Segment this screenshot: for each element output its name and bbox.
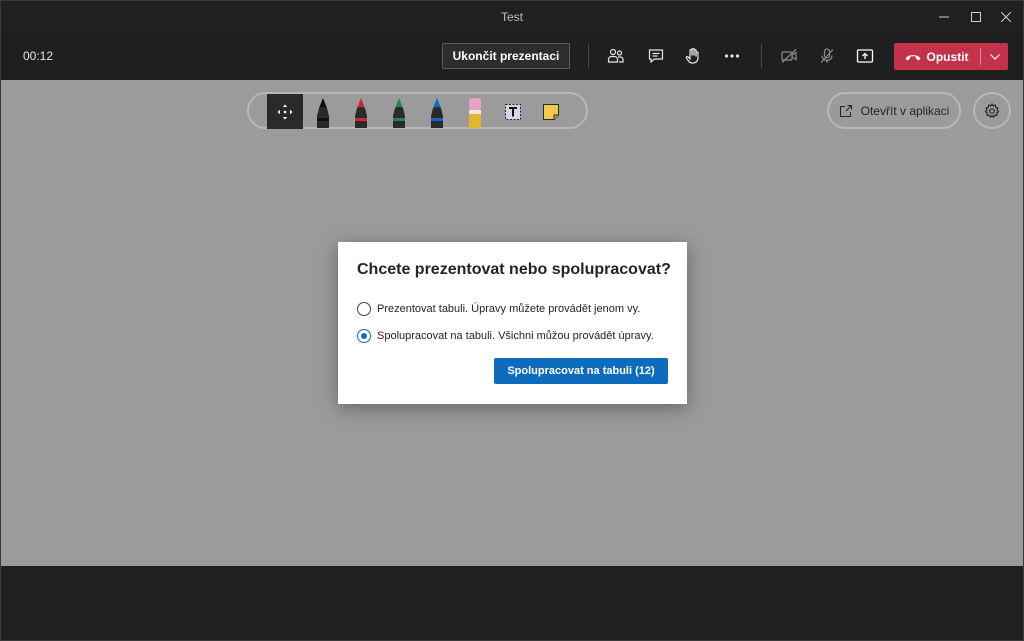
black-pen-tool[interactable] [305,94,341,129]
mic-off-icon [820,48,834,63]
whiteboard-canvas[interactable]: Otevřít v aplikaci Chcete prezentovat ne… [1,80,1023,566]
toolbar-divider [761,44,762,68]
blue-pen-icon [431,97,443,128]
move-arrows-icon [277,104,293,119]
chat-icon [648,49,664,64]
raise-hand-button[interactable] [681,44,705,68]
minimize-icon [939,16,949,17]
eraser-tool[interactable] [457,94,493,129]
camera-toggle-button[interactable] [777,44,801,68]
text-box-icon [505,103,521,120]
move-tool[interactable] [267,94,303,129]
red-pen-icon [355,97,367,128]
black-pen-icon [317,97,329,128]
close-button[interactable] [989,1,1023,32]
collaborate-whiteboard-option[interactable]: Spolupracovat na tabuli. Všichni můžou p… [357,329,654,343]
sticky-note-icon [543,103,559,120]
blue-pen-tool[interactable] [419,94,455,129]
open-in-app-label: Otevřít v aplikaci [860,103,950,118]
more-dots-icon [724,54,740,58]
red-pen-tool[interactable] [343,94,379,129]
gear-icon [984,102,1000,118]
dialog-title: Chcete prezentovat nebo spolupracovat? [357,261,671,278]
meeting-controls-bar: 00:12 Ukončit prezentaci Opustit [1,32,1023,80]
close-icon [1001,11,1011,22]
radio-checked[interactable] [357,329,371,343]
maximize-icon [971,11,981,22]
meeting-timer: 00:12 [23,49,54,63]
more-actions-button[interactable] [720,44,744,68]
sticky-note-tool[interactable] [533,94,569,129]
present-whiteboard-option[interactable]: Prezentovat tabuli. Úpravy můžete provád… [357,302,640,316]
present-or-collaborate-dialog: Chcete prezentovat nebo spolupracovat? P… [338,242,687,404]
participants-button[interactable] [604,44,628,68]
chevron-down-icon [989,53,1000,60]
stop-presenting-button[interactable]: Ukončit prezentaci [442,43,570,69]
raise-hand-icon [685,47,699,64]
toolbar-divider [588,44,589,68]
maximize-button[interactable] [959,1,993,32]
green-pen-tool[interactable] [381,94,417,129]
leave-button[interactable]: Opustit [894,43,979,70]
chat-button[interactable] [644,44,668,68]
leave-button-label: Opustit [926,49,969,64]
mic-toggle-button[interactable] [815,44,839,68]
camera-off-icon [781,49,797,63]
window-title: Test [500,10,523,24]
title-bar: Test [1,1,1023,32]
radio-unchecked[interactable] [357,302,371,316]
open-external-icon [839,104,852,117]
collaborate-option-label: Spolupracovat na tabuli. Všichni můžou p… [377,330,654,342]
share-tray-icon [856,49,874,63]
present-option-label: Prezentovat tabuli. Úpravy můžete provád… [377,303,641,315]
eraser-icon [469,97,481,128]
hang-up-icon [905,54,920,60]
whiteboard-settings-button[interactable] [973,92,1011,129]
bottom-panel [1,566,1023,640]
open-in-app-button[interactable]: Otevřít v aplikaci [827,92,961,129]
green-pen-icon [393,97,405,128]
people-icon [607,48,624,63]
teams-meeting-window: Test 00:12 Ukončit prezentaci Opustit Ot… [0,0,1024,641]
collaborate-button[interactable]: Spolupracovat na tabuli (12) [494,358,668,384]
leave-button-group: Opustit [894,43,1008,70]
leave-options-button[interactable] [981,43,1008,70]
share-screen-button[interactable] [853,44,877,68]
minimize-button[interactable] [927,1,961,32]
text-tool[interactable] [495,94,531,129]
whiteboard-toolbar [247,92,588,129]
